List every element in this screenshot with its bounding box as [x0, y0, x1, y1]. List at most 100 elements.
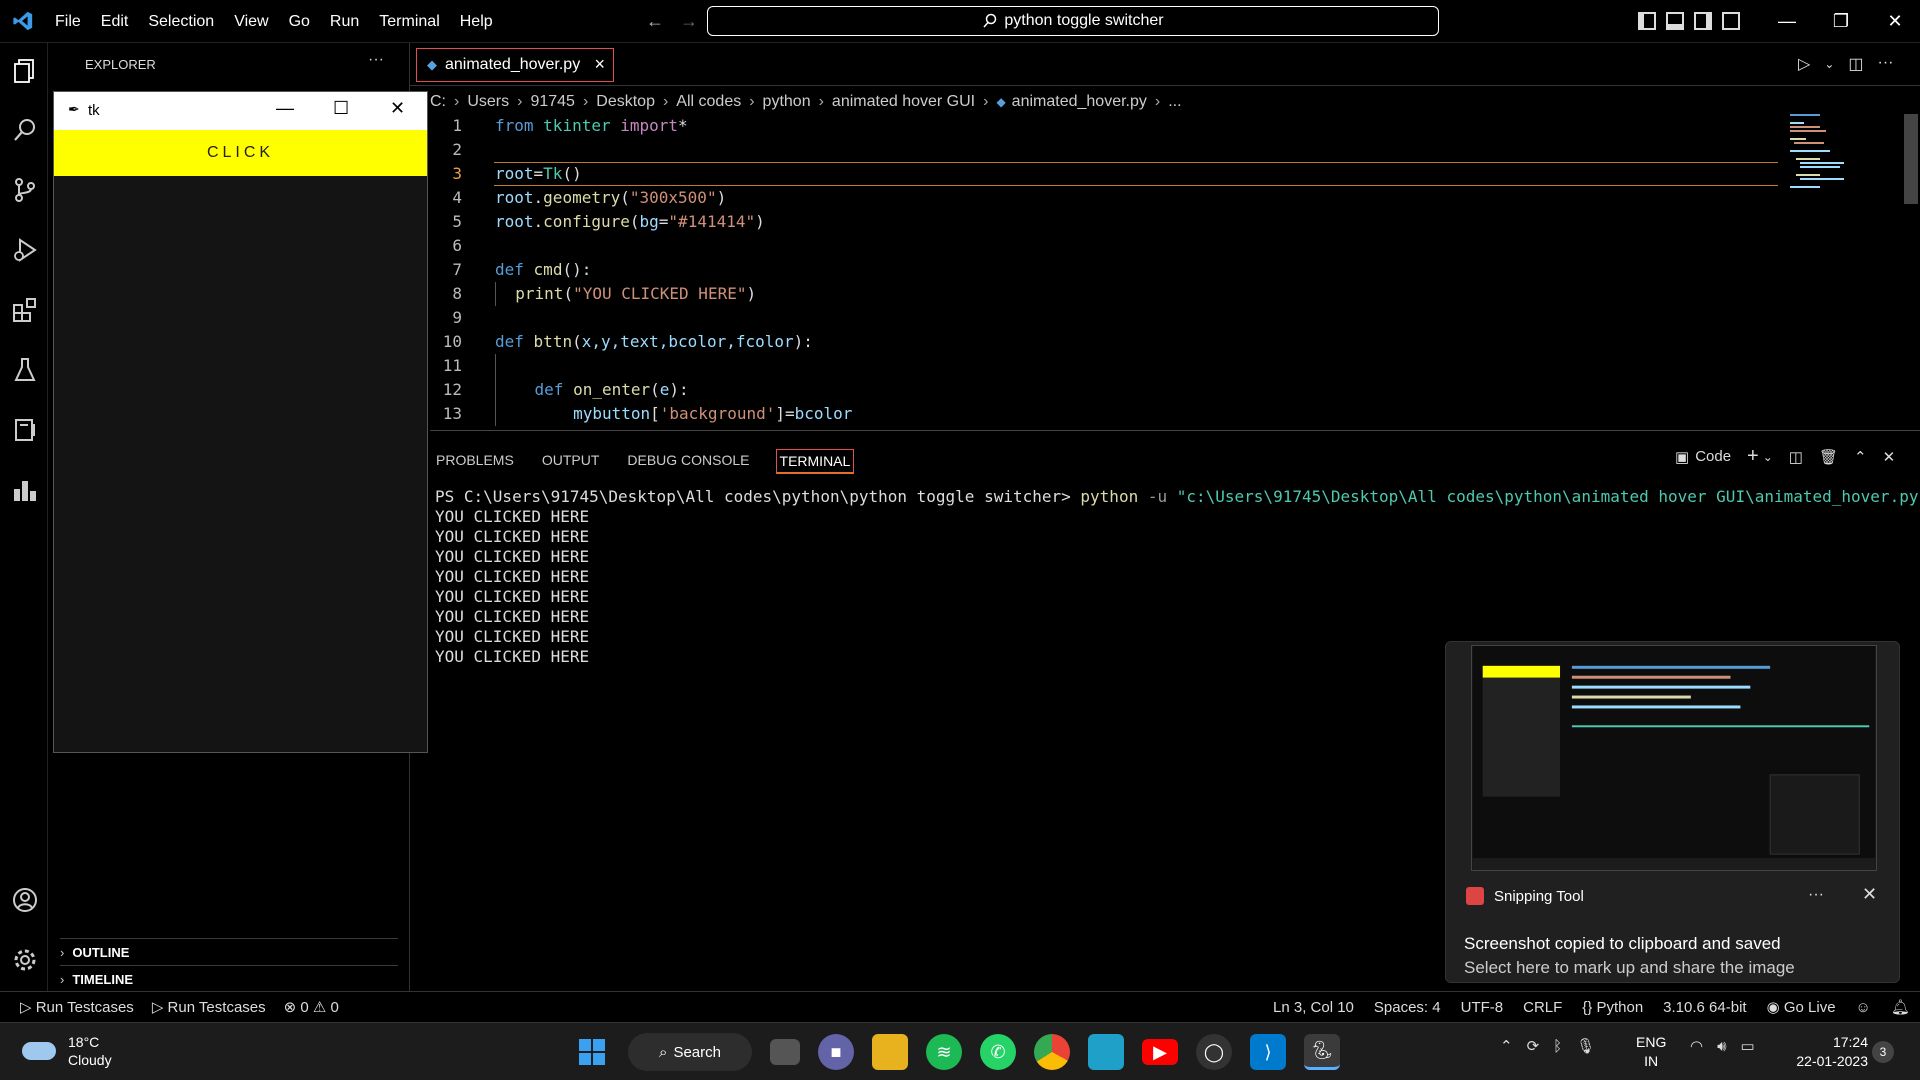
- start-icon[interactable]: [574, 1034, 610, 1070]
- new-terminal-icon[interactable]: +: [1747, 445, 1759, 468]
- customize-layout-icon[interactable]: [1722, 12, 1740, 30]
- notebook-icon[interactable]: [12, 417, 38, 443]
- testing-flask-icon[interactable]: [12, 357, 38, 383]
- restore-icon[interactable]: ❐: [1814, 0, 1868, 43]
- minimap[interactable]: [1790, 114, 1900, 194]
- run-python-icon[interactable]: ▷: [1798, 54, 1810, 74]
- crumb[interactable]: Desktop: [596, 93, 655, 111]
- more-actions-icon[interactable]: ···: [1878, 54, 1894, 74]
- explorer-icon[interactable]: [12, 58, 38, 84]
- encoding[interactable]: UTF-8: [1461, 999, 1504, 1016]
- tab-debug-console[interactable]: DEBUG CONSOLE: [625, 449, 751, 474]
- weather-widget[interactable]: 18°C Cloudy: [22, 1033, 112, 1069]
- split-terminal-icon[interactable]: ◫: [1789, 448, 1803, 466]
- terminal-output[interactable]: PS C:\Users\91745\Desktop\All codes\pyth…: [435, 487, 1920, 667]
- spotify-icon[interactable]: ≋: [926, 1034, 962, 1070]
- vscode-icon[interactable]: ⟩: [1250, 1034, 1286, 1070]
- forward-arrow-icon[interactable]: →: [680, 11, 698, 32]
- tab-animated-hover[interactable]: ◆ animated_hover.py ×: [416, 48, 614, 82]
- menu-selection[interactable]: Selection: [148, 13, 214, 31]
- chevron-down-icon[interactable]: ⌄: [1824, 57, 1834, 74]
- settings-gear-icon[interactable]: [12, 947, 38, 973]
- cursor-position[interactable]: Ln 3, Col 10: [1273, 999, 1354, 1016]
- menu-view[interactable]: View: [234, 13, 268, 31]
- editor-scrollbar[interactable]: [1904, 114, 1918, 204]
- menu-go[interactable]: Go: [289, 13, 310, 31]
- terminal-shell-label[interactable]: Code: [1695, 448, 1731, 465]
- whatsapp-icon[interactable]: ✆: [980, 1034, 1016, 1070]
- crumb[interactable]: animated_hover.py: [1012, 93, 1147, 111]
- minimize-icon[interactable]: —: [1760, 0, 1814, 43]
- remote-desktop-icon[interactable]: [1088, 1034, 1124, 1070]
- youtube-icon[interactable]: ▶: [1142, 1039, 1178, 1065]
- toggle-secondary-sidebar-icon[interactable]: [1694, 12, 1712, 30]
- account-icon[interactable]: [12, 887, 38, 913]
- more-actions-icon[interactable]: ···: [368, 51, 384, 69]
- crumb[interactable]: Users: [467, 93, 509, 111]
- extensions-icon[interactable]: [12, 297, 38, 323]
- toggle-sidebar-icon[interactable]: [1638, 12, 1656, 30]
- search-icon[interactable]: [12, 117, 38, 143]
- close-tab-icon[interactable]: ×: [594, 54, 605, 75]
- github-desktop-icon[interactable]: ◯: [1196, 1034, 1232, 1070]
- microphone-icon[interactable]: 🎙︎: [1576, 1037, 1595, 1055]
- indentation[interactable]: Spaces: 4: [1374, 999, 1441, 1016]
- task-view-icon[interactable]: [770, 1039, 800, 1065]
- menu-terminal[interactable]: Terminal: [379, 13, 439, 31]
- notification-badge[interactable]: 3: [1872, 1041, 1894, 1063]
- menu-edit[interactable]: Edit: [101, 13, 129, 31]
- crumb[interactable]: 91745: [530, 93, 575, 111]
- close-icon[interactable]: ✕: [1862, 884, 1877, 905]
- language-indicator[interactable]: ENG IN: [1636, 1033, 1666, 1071]
- analytics-bars-icon[interactable]: [12, 477, 38, 503]
- feedback-icon[interactable]: ☺: [1856, 999, 1871, 1016]
- toggle-panel-icon[interactable]: [1666, 12, 1684, 30]
- maximize-panel-icon[interactable]: ⌃: [1854, 448, 1867, 466]
- go-live[interactable]: ◉ Go Live: [1767, 998, 1836, 1016]
- run-testcases-item[interactable]: ▷ Run Testcases: [152, 998, 266, 1016]
- close-icon[interactable]: ✕: [1868, 0, 1920, 43]
- maximize-icon[interactable]: ☐: [333, 98, 349, 119]
- teams-chat-icon[interactable]: ■: [818, 1034, 854, 1070]
- tab-problems[interactable]: PROBLEMS: [434, 449, 516, 474]
- snipping-notification[interactable]: Snipping Tool ··· ✕ Screenshot copied to…: [1445, 641, 1900, 983]
- tab-terminal[interactable]: TERMINAL: [775, 449, 855, 474]
- command-center[interactable]: python toggle switcher: [707, 6, 1439, 36]
- sync-icon[interactable]: ⟳: [1527, 1037, 1540, 1055]
- crumb[interactable]: ...: [1168, 93, 1181, 111]
- code-editor[interactable]: 1 from tkinter import* 2 3 root=Tk() 4 root…: [428, 114, 1778, 430]
- file-explorer-icon[interactable]: [872, 1034, 908, 1070]
- clock[interactable]: 17:24 22-01-2023: [1790, 1033, 1868, 1071]
- tab-output[interactable]: OUTPUT: [540, 449, 602, 474]
- close-panel-icon[interactable]: ✕: [1883, 448, 1896, 466]
- chevron-up-icon[interactable]: ⌃: [1500, 1037, 1513, 1055]
- crumb[interactable]: animated hover GUI: [832, 93, 975, 111]
- tk-title-bar[interactable]: ✒ tk — ☐ ✕: [54, 92, 427, 130]
- python-icon[interactable]: 🐍︎: [1304, 1034, 1340, 1070]
- bell-icon[interactable]: 🔔︎: [1891, 998, 1910, 1016]
- outline-section[interactable]: › OUTLINE: [60, 938, 398, 965]
- problems-status[interactable]: ⊗ 0 ⚠ 0: [284, 998, 339, 1016]
- tk-click-button[interactable]: CLICK: [54, 130, 427, 176]
- run-debug-icon[interactable]: [12, 237, 38, 263]
- minimize-icon[interactable]: —: [276, 98, 294, 119]
- chrome-icon[interactable]: [1034, 1034, 1070, 1070]
- taskbar-search[interactable]: ⌕ Search: [628, 1033, 752, 1071]
- chevron-down-icon[interactable]: ⌄: [1763, 450, 1773, 464]
- menu-help[interactable]: Help: [460, 13, 493, 31]
- trash-icon[interactable]: 🗑: [1819, 448, 1838, 466]
- back-arrow-icon[interactable]: ←: [646, 11, 664, 32]
- crumb[interactable]: C:: [430, 93, 446, 111]
- bluetooth-icon[interactable]: ᛒ: [1553, 1038, 1562, 1055]
- battery-icon[interactable]: ▭: [1741, 1037, 1755, 1055]
- wifi-icon[interactable]: ◠: [1690, 1037, 1703, 1055]
- line-ending[interactable]: CRLF: [1523, 999, 1562, 1016]
- source-control-icon[interactable]: [12, 177, 38, 203]
- crumb[interactable]: python: [763, 93, 811, 111]
- crumb[interactable]: All codes: [676, 93, 741, 111]
- more-options-icon[interactable]: ···: [1808, 886, 1824, 904]
- interpreter-version[interactable]: 3.10.6 64-bit: [1663, 999, 1746, 1016]
- run-testcases-item[interactable]: ▷ Run Testcases: [20, 998, 134, 1016]
- split-editor-icon[interactable]: ◫: [1848, 54, 1863, 74]
- menu-file[interactable]: File: [55, 13, 81, 31]
